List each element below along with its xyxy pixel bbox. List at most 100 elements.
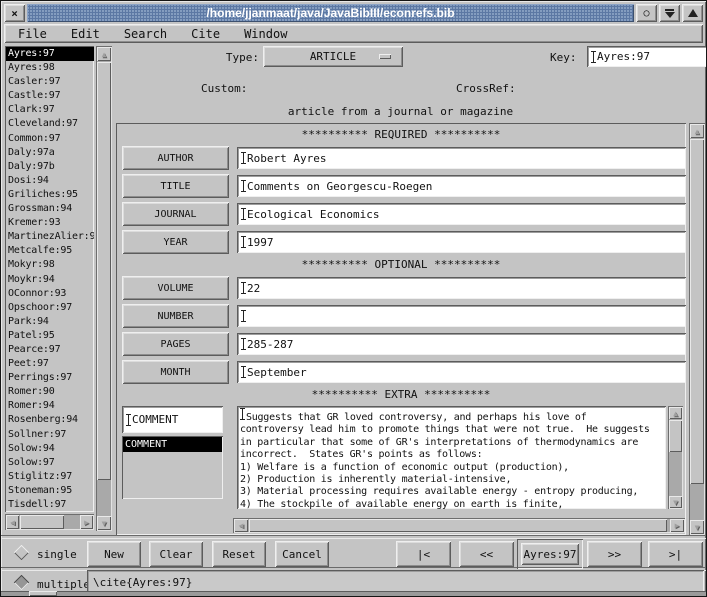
list-scroll-left-button[interactable]: ◀ (6, 515, 19, 529)
reset-button[interactable]: Reset (212, 541, 266, 567)
form-vscrollbar-thumb[interactable] (690, 139, 704, 484)
field-input[interactable]: 1997 (237, 231, 686, 253)
list-item[interactable]: Pearce:97 (6, 343, 94, 357)
new-button[interactable]: New (87, 541, 141, 567)
comment-key-list[interactable]: COMMENT (122, 436, 223, 499)
field-label-button[interactable]: JOURNAL (122, 202, 229, 226)
list-item[interactable]: Dosi:94 (6, 174, 94, 188)
list-item[interactable]: Grossman:94 (6, 202, 94, 216)
nav-next-button[interactable]: >> (587, 541, 642, 567)
list-scroll-right-button[interactable]: ▶ (80, 515, 93, 529)
list-item[interactable]: Griliches:95 (6, 188, 94, 202)
list-item[interactable]: Mokyr:98 (6, 258, 94, 272)
list-item[interactable]: Moykr:94 (6, 273, 94, 287)
form-vscrollbar[interactable]: ▲ ▼ (689, 123, 705, 535)
list-item[interactable]: COMMENT (123, 437, 222, 452)
cancel-button[interactable]: Cancel (275, 541, 329, 567)
field-input[interactable]: 22 (237, 277, 686, 299)
window-shade-button[interactable] (659, 4, 680, 22)
list-item[interactable]: Ayres:98 (6, 61, 94, 75)
list-item[interactable]: Tisdell:97 (6, 498, 94, 512)
list-item[interactable]: Romer:90 (6, 385, 94, 399)
field-label-button[interactable]: NUMBER (122, 304, 229, 328)
list-item[interactable]: Castle:97 (6, 89, 94, 103)
form-hscrollbar[interactable]: ◀ ▶ (233, 518, 685, 533)
list-item[interactable]: Cleveland:97 (6, 117, 94, 131)
menu-edit[interactable]: Edit (71, 27, 100, 41)
form-scroll-up-button[interactable]: ▲ (690, 124, 704, 138)
nav-last-button[interactable]: >| (648, 541, 703, 567)
list-item[interactable]: Opschoor:97 (6, 301, 94, 315)
list-item[interactable]: Stoneman:95 (6, 484, 94, 498)
window-menu-button[interactable]: × (4, 4, 25, 22)
window-iconify-button[interactable]: ○ (636, 4, 657, 22)
field-label-button[interactable]: YEAR (122, 230, 229, 254)
list-item[interactable]: Kremer:93 (6, 216, 94, 230)
list-vscrollbar-thumb[interactable] (97, 62, 111, 480)
comment-vscrollbar[interactable]: ▲ ▼ (668, 406, 683, 509)
list-hscrollbar[interactable]: ◀ ▶ (5, 514, 94, 530)
list-item[interactable]: Park:94 (6, 315, 94, 329)
nav-current-button[interactable]: Ayres:97 (521, 543, 579, 565)
form-scroll-down-button[interactable]: ▼ (690, 520, 704, 534)
multiple-radio[interactable] (14, 575, 30, 591)
comment-key-input[interactable]: COMMENT (122, 406, 223, 433)
list-item[interactable]: Solow:97 (6, 456, 94, 470)
comment-scroll-up-button[interactable]: ▲ (669, 407, 682, 419)
form-scroll-right-button[interactable]: ▶ (670, 519, 684, 532)
list-item[interactable]: Metcalfe:95 (6, 244, 94, 258)
clear-button[interactable]: Clear (149, 541, 203, 567)
type-option-menu[interactable]: ARTICLE (263, 46, 403, 67)
field-input[interactable]: September (237, 361, 686, 383)
list-scroll-down-button[interactable]: ▼ (97, 516, 111, 530)
list-item[interactable]: Ayres:97 (6, 47, 94, 61)
window-maximize-button[interactable] (682, 4, 703, 22)
field-input[interactable]: Comments on Georgescu-Roegen (237, 175, 686, 197)
list-item[interactable]: Clark:97 (6, 103, 94, 117)
field-label-button[interactable]: VOLUME (122, 276, 229, 300)
form-hscrollbar-thumb[interactable] (249, 519, 667, 532)
titlebar[interactable]: /home/jjanmaat/java/JavaBibIII/econrefs.… (27, 4, 634, 22)
list-item[interactable]: Peet:97 (6, 357, 94, 371)
menu-cite[interactable]: Cite (191, 27, 220, 41)
list-item[interactable]: Rosenberg:94 (6, 413, 94, 427)
list-item[interactable]: Casler:97 (6, 75, 94, 89)
single-radio-label[interactable]: single (37, 548, 77, 561)
field-label-button[interactable]: MONTH (122, 360, 229, 384)
list-item[interactable]: Patel:95 (6, 329, 94, 343)
nav-prev-button[interactable]: << (459, 541, 514, 567)
field-label-button[interactable]: AUTHOR (122, 146, 229, 170)
list-item[interactable]: Romer:94 (6, 399, 94, 413)
list-item[interactable]: MartinezAlier:9 (6, 230, 94, 244)
resize-handle[interactable] (29, 591, 57, 596)
list-item[interactable]: Common:97 (6, 132, 94, 146)
key-input[interactable]: Ayres:97 (587, 46, 707, 67)
multiple-radio-label[interactable]: multiple (37, 578, 90, 591)
list-item[interactable]: Stiglitz:97 (6, 470, 94, 484)
list-item[interactable]: Daly:97b (6, 160, 94, 174)
field-input[interactable]: Ecological Economics (237, 203, 686, 225)
list-hscrollbar-thumb[interactable] (20, 515, 64, 529)
menu-search[interactable]: Search (124, 27, 167, 41)
single-radio[interactable] (14, 545, 30, 561)
menu-window[interactable]: Window (244, 27, 287, 41)
field-input[interactable]: Robert Ayres (237, 147, 686, 169)
comment-scroll-down-button[interactable]: ▼ (669, 496, 682, 508)
list-item[interactable]: Daly:97a (6, 146, 94, 160)
field-input[interactable]: 285-287 (237, 333, 686, 355)
field-label-button[interactable]: TITLE (122, 174, 229, 198)
nav-first-button[interactable]: |< (396, 541, 451, 567)
list-item[interactable]: Sollner:97 (6, 428, 94, 442)
list-item[interactable]: OConnor:93 (6, 287, 94, 301)
comment-vscrollbar-thumb[interactable] (669, 420, 682, 452)
list-item[interactable]: Solow:94 (6, 442, 94, 456)
field-label-button[interactable]: PAGES (122, 332, 229, 356)
list-vscrollbar[interactable]: ▲ ▼ (96, 46, 112, 531)
list-scroll-up-button[interactable]: ▲ (97, 47, 111, 61)
form-scroll-left-button[interactable]: ◀ (234, 519, 248, 532)
ref-list[interactable]: Ayres:97Ayres:98Casler:97Castle:97Clark:… (5, 46, 94, 512)
field-input[interactable] (237, 305, 686, 327)
comment-textarea[interactable]: Suggests that GR loved controversy, and … (237, 406, 666, 509)
menu-file[interactable]: File (18, 27, 47, 41)
list-item[interactable]: Perrings:97 (6, 371, 94, 385)
